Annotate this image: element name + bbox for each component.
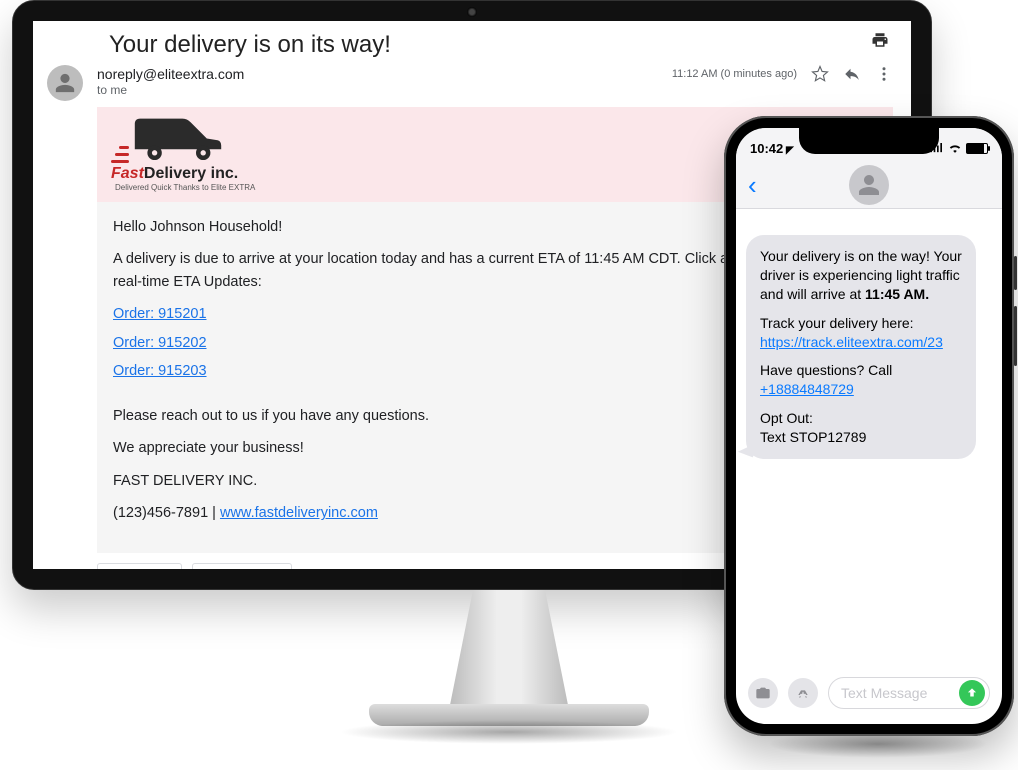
message-area: Your delivery is on the way! Your driver…: [736, 209, 1002, 653]
msg-eta-time: 11:45 AM.: [865, 286, 929, 302]
msg-intro-text: Your delivery is on the way! Your driver…: [760, 248, 962, 302]
order-link-3[interactable]: Order: 915203: [113, 360, 207, 382]
forward-button[interactable]: Forward: [192, 563, 292, 569]
signature-phone: (123)456-7891: [113, 505, 208, 521]
sender-address: noreply@eliteextra.com: [97, 65, 658, 83]
email-timestamp: 11:12 AM (0 minutes ago): [672, 68, 797, 80]
contact-avatar[interactable]: [849, 165, 889, 205]
more-icon[interactable]: [875, 65, 893, 83]
send-button[interactable]: [959, 680, 985, 706]
phone-screen: 10:42 ◤ ‹ Your delivery is on the way! Y…: [736, 128, 1002, 724]
order-link-1[interactable]: Order: 915201: [113, 303, 207, 325]
monitor-stand: [449, 590, 569, 710]
order-link-2[interactable]: Order: 915202: [113, 332, 207, 354]
messages-header: ‹: [736, 168, 1002, 209]
msg-track-link[interactable]: https://track.eliteextra.com/23: [760, 334, 943, 350]
camera-icon[interactable]: [748, 678, 778, 708]
incoming-message-bubble: Your delivery is on the way! Your driver…: [746, 235, 976, 459]
back-button[interactable]: ‹: [748, 172, 757, 198]
msg-optout-label: Opt Out:: [760, 410, 813, 426]
monitor-shadow: [339, 720, 679, 744]
phone-device: 10:42 ◤ ‹ Your delivery is on the way! Y…: [724, 116, 1014, 736]
star-icon[interactable]: [811, 65, 829, 83]
battery-icon: [966, 143, 988, 154]
brand-name-part2: Delivery inc.: [144, 165, 238, 182]
msg-call-link[interactable]: +18884848729: [760, 381, 854, 397]
reply-arrow-icon[interactable]: [843, 65, 861, 83]
speed-lines-icon: [111, 146, 129, 163]
message-input-bar: Text Message: [736, 670, 1002, 716]
message-placeholder: Text Message: [841, 685, 927, 701]
phone-notch: [799, 128, 939, 154]
reply-button[interactable]: Reply: [97, 563, 182, 569]
message-input[interactable]: Text Message: [828, 677, 990, 709]
msg-optout-text: Text STOP12789: [760, 429, 866, 445]
signature-website-link[interactable]: www.fastdeliveryinc.com: [220, 505, 378, 521]
brand-name-part1: Fast: [111, 165, 144, 182]
email-subject: Your delivery is on its way!: [109, 31, 893, 59]
msg-track-label: Track your delivery here:: [760, 315, 914, 331]
msg-call-label: Have questions? Call: [760, 362, 892, 378]
app-store-icon[interactable]: [788, 678, 818, 708]
sender-avatar: [47, 65, 83, 101]
truck-icon: [133, 113, 223, 163]
status-time: 10:42 ◤: [750, 141, 794, 156]
camera-dot: [467, 7, 477, 17]
recipient-label: to me: [97, 83, 658, 99]
print-icon[interactable]: [871, 31, 889, 49]
wifi-icon: [948, 143, 962, 154]
